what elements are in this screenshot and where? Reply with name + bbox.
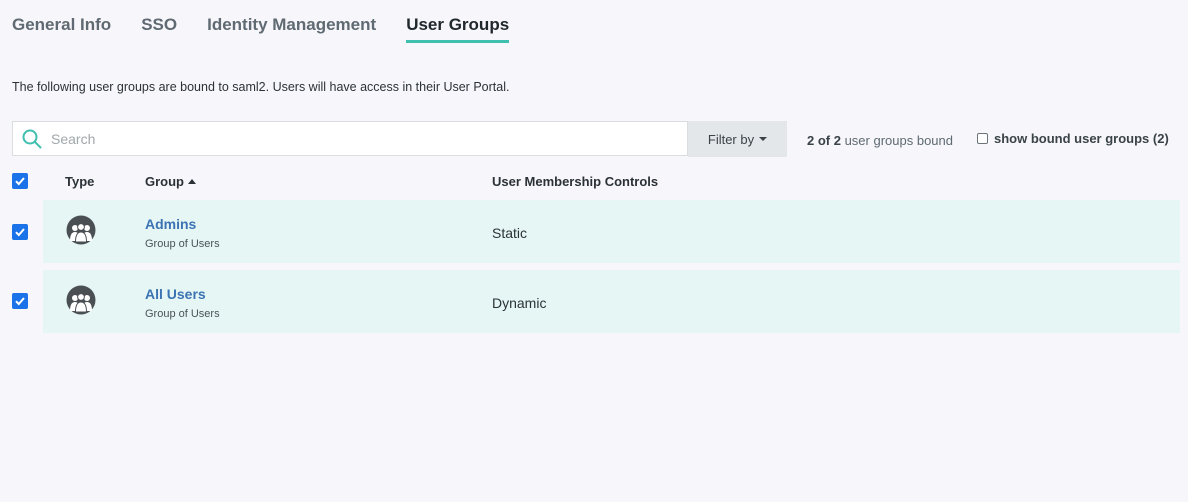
bound-count-number: 2 of 2 xyxy=(807,133,841,148)
filter-by-button[interactable]: Filter by xyxy=(688,121,787,157)
checkmark-icon xyxy=(15,297,25,306)
bound-count: 2 of 2 user groups bound xyxy=(807,133,953,148)
checkmark-icon xyxy=(15,228,25,237)
description-text: The following user groups are bound to s… xyxy=(12,80,510,94)
show-bound-toggle[interactable]: show bound user groups (2) xyxy=(977,131,1169,146)
tab-sso[interactable]: SSO xyxy=(141,14,177,43)
group-name-link[interactable]: Admins xyxy=(145,216,196,232)
sort-ascending-icon xyxy=(188,179,196,184)
search-icon xyxy=(22,129,42,148)
column-header-group-label: Group xyxy=(145,174,184,189)
group-name-link[interactable]: All Users xyxy=(145,286,206,302)
group-type-label: Group of Users xyxy=(145,308,220,320)
membership-control: Dynamic xyxy=(492,295,547,311)
table-row[interactable] xyxy=(43,200,1180,263)
user-group-icon xyxy=(66,215,96,245)
column-header-type: Type xyxy=(65,174,95,189)
row-checkbox[interactable] xyxy=(12,293,28,309)
tab-identity-management[interactable]: Identity Management xyxy=(207,14,376,43)
select-all-checkbox[interactable] xyxy=(12,173,28,189)
filter-by-label: Filter by xyxy=(707,131,755,147)
search-box xyxy=(12,121,688,156)
tab-bar: General Info SSO Identity Management Use… xyxy=(12,14,510,43)
row-checkbox[interactable] xyxy=(12,224,28,240)
membership-control: Static xyxy=(492,225,528,241)
chevron-down-icon xyxy=(759,137,768,141)
user-group-icon xyxy=(66,285,96,315)
show-bound-label: show bound user groups (2) xyxy=(994,131,1169,146)
table-row[interactable] xyxy=(43,270,1180,333)
tab-user-groups[interactable]: User Groups xyxy=(406,14,510,43)
group-type-label: Group of Users xyxy=(145,238,220,250)
show-bound-checkbox[interactable] xyxy=(977,133,988,144)
column-header-controls: User Membership Controls xyxy=(492,174,659,189)
checkmark-icon xyxy=(15,177,25,186)
bound-count-suffix: user groups bound xyxy=(840,133,953,148)
tab-general-info[interactable]: General Info xyxy=(12,14,111,43)
column-header-group[interactable]: Group xyxy=(145,174,196,189)
search-input[interactable] xyxy=(49,122,687,155)
